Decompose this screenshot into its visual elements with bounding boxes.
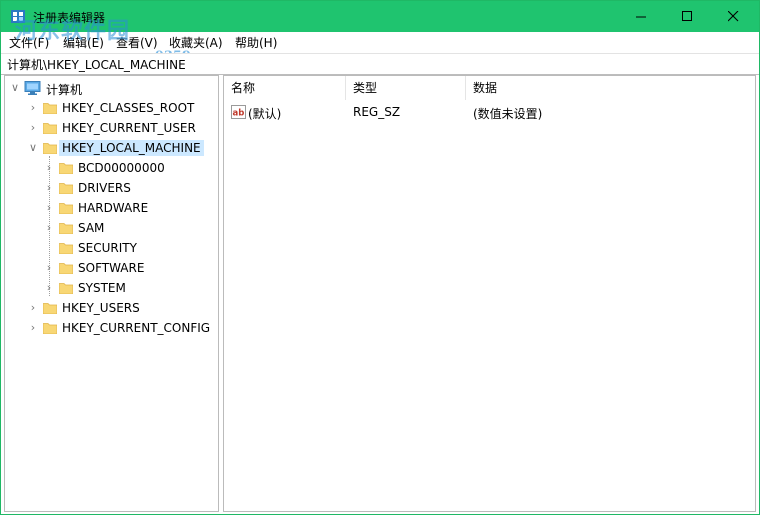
folder-icon — [59, 263, 73, 274]
chevron-down-icon[interactable]: ∨ — [9, 81, 21, 95]
tree-node-system[interactable]: › SYSTEM — [5, 278, 218, 298]
column-header-name[interactable]: 名称 — [224, 76, 346, 100]
address-bar[interactable]: 计算机\HKEY_LOCAL_MACHINE — [1, 53, 759, 75]
chevron-right-icon[interactable]: › — [43, 221, 55, 235]
tree-node-hku[interactable]: › HKEY_USERS — [5, 298, 218, 318]
folder-icon — [43, 323, 57, 334]
tree-node-sam[interactable]: › SAM — [5, 218, 218, 238]
column-header-data[interactable]: 数据 — [466, 76, 666, 100]
ab-string-icon: ab — [231, 105, 246, 119]
chevron-right-icon[interactable]: › — [43, 281, 55, 295]
tree-label-hku: HKEY_USERS — [62, 301, 140, 315]
tree-label-hkcr: HKEY_CLASSES_ROOT — [62, 101, 195, 115]
regedit-icon — [11, 10, 25, 23]
value-name: (默认) — [248, 107, 282, 121]
folder-icon — [59, 203, 73, 214]
value-data: (数值未设置) — [473, 107, 543, 121]
value-row[interactable]: ab (默认) REG_SZ (数值未设置) — [224, 102, 755, 122]
tree-label-sam: SAM — [78, 221, 105, 235]
folder-icon — [43, 103, 57, 114]
menu-edit[interactable]: 编辑(E) — [63, 34, 104, 51]
column-header-type[interactable]: 类型 — [346, 76, 466, 100]
chevron-right-icon[interactable]: › — [27, 321, 39, 335]
chevron-right-icon[interactable]: › — [43, 181, 55, 195]
chevron-right-icon[interactable]: › — [27, 121, 39, 135]
folder-icon — [43, 143, 57, 154]
key-tree-pane[interactable]: ∨ 计算机 › HKEY_CLASSES_ROOT › HKEY_CURRENT… — [4, 75, 219, 512]
menu-file[interactable]: 文件(F) — [9, 34, 49, 51]
tree-label-bcd: BCD00000000 — [78, 161, 165, 175]
maximize-button[interactable] — [664, 1, 710, 32]
close-button[interactable] — [710, 1, 756, 32]
tree-label-hkcu: HKEY_CURRENT_USER — [62, 121, 196, 135]
regedit-window: 注册表编辑器 文件(F) 编辑(E) 查看(V) 收藏夹(A) 帮助(H) 河东… — [0, 0, 760, 515]
tree-node-computer[interactable]: ∨ 计算机 — [5, 78, 218, 98]
chevron-right-icon[interactable]: › — [43, 201, 55, 215]
menu-view[interactable]: 查看(V) — [116, 34, 158, 51]
tree-label-computer: 计算机 — [46, 83, 83, 97]
close-icon — [727, 11, 738, 22]
window-title: 注册表编辑器 — [33, 11, 106, 25]
tree-node-hkcr[interactable]: › HKEY_CLASSES_ROOT — [5, 98, 218, 118]
chevron-right-icon[interactable]: › — [27, 301, 39, 315]
maximize-icon — [681, 11, 692, 21]
tree-label-hkcc: HKEY_CURRENT_CONFIG — [62, 321, 211, 335]
menu-bar: 文件(F) 编辑(E) 查看(V) 收藏夹(A) 帮助(H) — [1, 32, 759, 52]
chevron-right-icon[interactable]: › — [43, 261, 55, 275]
value-type: REG_SZ — [353, 105, 401, 119]
tree-node-security[interactable]: SECURITY — [5, 238, 218, 258]
svg-text:ab: ab — [233, 109, 245, 119]
title-bar[interactable]: 注册表编辑器 — [1, 1, 759, 32]
tree-label-software: SOFTWARE — [78, 261, 145, 275]
tree-node-hardware[interactable]: › HARDWARE — [5, 198, 218, 218]
chevron-right-icon[interactable]: › — [27, 101, 39, 115]
menu-favorites[interactable]: 收藏夹(A) — [169, 34, 223, 51]
tree-node-bcd[interactable]: › BCD00000000 — [5, 158, 218, 178]
minimize-button[interactable] — [618, 1, 664, 32]
folder-icon — [43, 303, 57, 314]
tree-node-hklm[interactable]: ∨ HKEY_LOCAL_MACHINE — [5, 138, 218, 158]
menu-help[interactable]: 帮助(H) — [235, 34, 277, 51]
folder-icon — [43, 123, 57, 134]
computer-icon — [24, 81, 41, 95]
folder-icon — [59, 223, 73, 234]
chevron-down-icon[interactable]: ∨ — [27, 141, 39, 155]
tree-label-system: SYSTEM — [78, 281, 126, 295]
chevron-right-icon[interactable]: › — [43, 161, 55, 175]
folder-icon — [59, 183, 73, 194]
tree-node-hkcc[interactable]: › HKEY_CURRENT_CONFIG — [5, 318, 218, 338]
folder-icon — [59, 243, 73, 254]
folder-icon — [59, 283, 73, 294]
tree-label-hardware: HARDWARE — [78, 201, 149, 215]
tree-node-software[interactable]: › SOFTWARE — [5, 258, 218, 278]
tree-label-hklm: HKEY_LOCAL_MACHINE — [59, 140, 204, 156]
tree-node-hkcu[interactable]: › HKEY_CURRENT_USER — [5, 118, 218, 138]
address-path: 计算机\HKEY_LOCAL_MACHINE — [7, 58, 186, 72]
tree-label-security: SECURITY — [78, 241, 137, 255]
folder-icon — [59, 163, 73, 174]
tree-node-drivers[interactable]: › DRIVERS — [5, 178, 218, 198]
minimize-icon — [635, 16, 646, 18]
value-list-pane[interactable]: 名称 类型 数据 ab (默认) REG_SZ (数值未设置) — [223, 75, 756, 512]
tree-label-drivers: DRIVERS — [78, 181, 131, 195]
